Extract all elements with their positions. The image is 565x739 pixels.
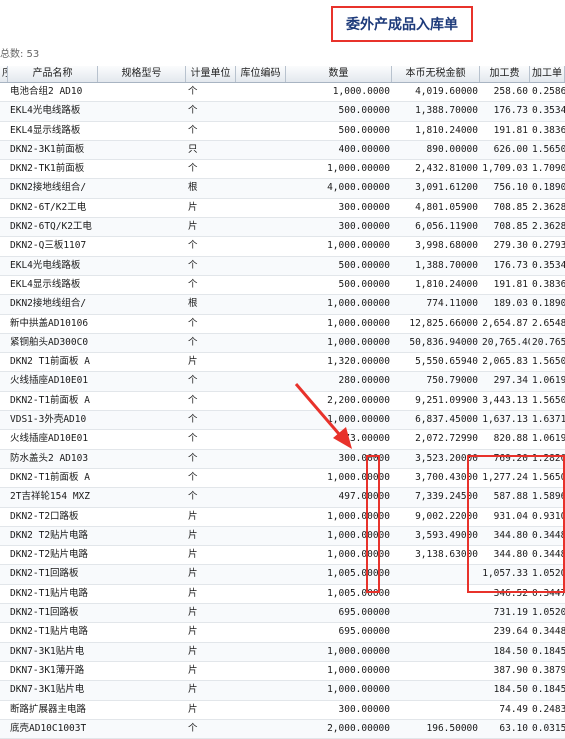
col-unit-cell[interactable]: 片 [186, 604, 236, 622]
col-unit-fee-cell[interactable]: 0.1845 [530, 681, 565, 699]
col-fee-cell[interactable]: 239.64 [480, 623, 530, 641]
col-amount-cell[interactable]: 196.50000 [392, 720, 480, 738]
col-product-name-cell[interactable]: 断路扩展器主电路 [8, 701, 98, 719]
table-row[interactable]: DKN2-T1回路板 片 695.00000 731.19 1.0520 [0, 604, 565, 624]
col-amount-cell[interactable] [392, 681, 480, 699]
table-row[interactable]: DKN7-3K1贴片电 片 1,000.00000 184.50 0.1845 [0, 681, 565, 701]
col-location-cell[interactable] [236, 662, 286, 680]
col-fee-cell[interactable]: 184.50 [480, 681, 530, 699]
arrow-annotation [294, 383, 352, 449]
col-spec-cell[interactable] [98, 604, 186, 622]
col-seq-cell[interactable] [0, 623, 8, 641]
table-row[interactable]: 底壳AD10C1003T 个 2,000.00000 196.50000 63.10 0.… [0, 719, 565, 739]
col-quantity-cell[interactable]: 2,000.00000 [286, 720, 392, 738]
col-unit-fee-cell[interactable]: 0.3448 [530, 623, 565, 641]
col-seq-cell[interactable] [0, 681, 8, 699]
col-seq-cell[interactable] [0, 604, 8, 622]
col-spec-cell[interactable] [98, 701, 186, 719]
table-row[interactable]: DKN7-3K1贴片电 片 1,000.00000 184.50 0.1845 [0, 642, 565, 662]
col-unit-fee-cell[interactable]: 0.0315 [530, 720, 565, 738]
table-row[interactable]: DKN2-T1贴片电路 片 695.00000 239.64 0.3448 [0, 623, 565, 643]
col-quantity-cell[interactable]: 1,000.00000 [286, 681, 392, 699]
col-unit-fee-cell[interactable]: 0.1845 [530, 643, 565, 661]
col-spec-cell[interactable] [98, 662, 186, 680]
col-product-name-cell[interactable]: DKN2-T1贴片电路 [8, 623, 98, 641]
col-unit-fee-cell[interactable]: 0.2483 [530, 701, 565, 719]
col-seq-cell[interactable] [0, 662, 8, 680]
col-spec-cell[interactable] [98, 623, 186, 641]
col-seq-cell[interactable] [0, 720, 8, 738]
col-unit-cell[interactable]: 片 [186, 662, 236, 680]
col-fee-cell[interactable]: 387.90 [480, 662, 530, 680]
col-amount-cell[interactable] [392, 604, 480, 622]
col-spec-cell[interactable] [98, 643, 186, 661]
col-fee-cell[interactable]: 74.49 [480, 701, 530, 719]
col-location-cell[interactable] [236, 720, 286, 738]
col-location-cell[interactable] [236, 681, 286, 699]
col-product-name-cell[interactable]: DKN2-T1回路板 [8, 604, 98, 622]
col-location-cell[interactable] [236, 623, 286, 641]
col-unit-fee-cell[interactable]: 1.0520 [530, 604, 565, 622]
table-row[interactable]: 断路扩展器主电路 片 300.00000 74.49 0.2483 [0, 701, 565, 720]
col-product-name-cell[interactable]: DKN7-3K1贴片电 [8, 643, 98, 661]
col-unit-fee-cell[interactable]: 0.3879 [530, 662, 565, 680]
col-location-cell[interactable] [236, 701, 286, 719]
col-location-cell[interactable] [236, 643, 286, 661]
table-row[interactable]: DKN7-3K1薄开路 片 1,000.00000 387.90 0.3879 [0, 662, 565, 682]
col-seq-cell[interactable] [0, 643, 8, 661]
col-quantity-cell[interactable]: 695.00000 [286, 604, 392, 622]
col-product-name-cell[interactable]: DKN7-3K1薄开路 [8, 662, 98, 680]
col-product-name-cell[interactable]: 底壳AD10C1003T [8, 720, 98, 738]
col-quantity-cell[interactable]: 695.00000 [286, 623, 392, 641]
col-quantity-cell[interactable]: 300.00000 [286, 701, 392, 719]
col-unit-cell[interactable]: 片 [186, 643, 236, 661]
col-fee-cell[interactable]: 63.10 [480, 720, 530, 738]
col-spec-cell[interactable] [98, 720, 186, 738]
col-fee-cell[interactable]: 731.19 [480, 604, 530, 622]
col-amount-cell[interactable] [392, 643, 480, 661]
col-location-cell[interactable] [236, 604, 286, 622]
col-quantity-cell[interactable]: 1,000.00000 [286, 643, 392, 661]
col-amount-cell[interactable] [392, 701, 480, 719]
col-spec-cell[interactable] [98, 681, 186, 699]
col-amount-cell[interactable] [392, 623, 480, 641]
col-unit-cell[interactable]: 片 [186, 681, 236, 699]
col-product-name-cell[interactable]: DKN7-3K1贴片电 [8, 681, 98, 699]
col-unit-cell[interactable]: 个 [186, 720, 236, 738]
col-unit-cell[interactable]: 片 [186, 701, 236, 719]
col-amount-cell[interactable] [392, 662, 480, 680]
col-seq-cell[interactable] [0, 701, 8, 719]
col-quantity-cell[interactable]: 1,000.00000 [286, 662, 392, 680]
col-fee-cell[interactable]: 184.50 [480, 643, 530, 661]
col-unit-cell[interactable]: 片 [186, 623, 236, 641]
